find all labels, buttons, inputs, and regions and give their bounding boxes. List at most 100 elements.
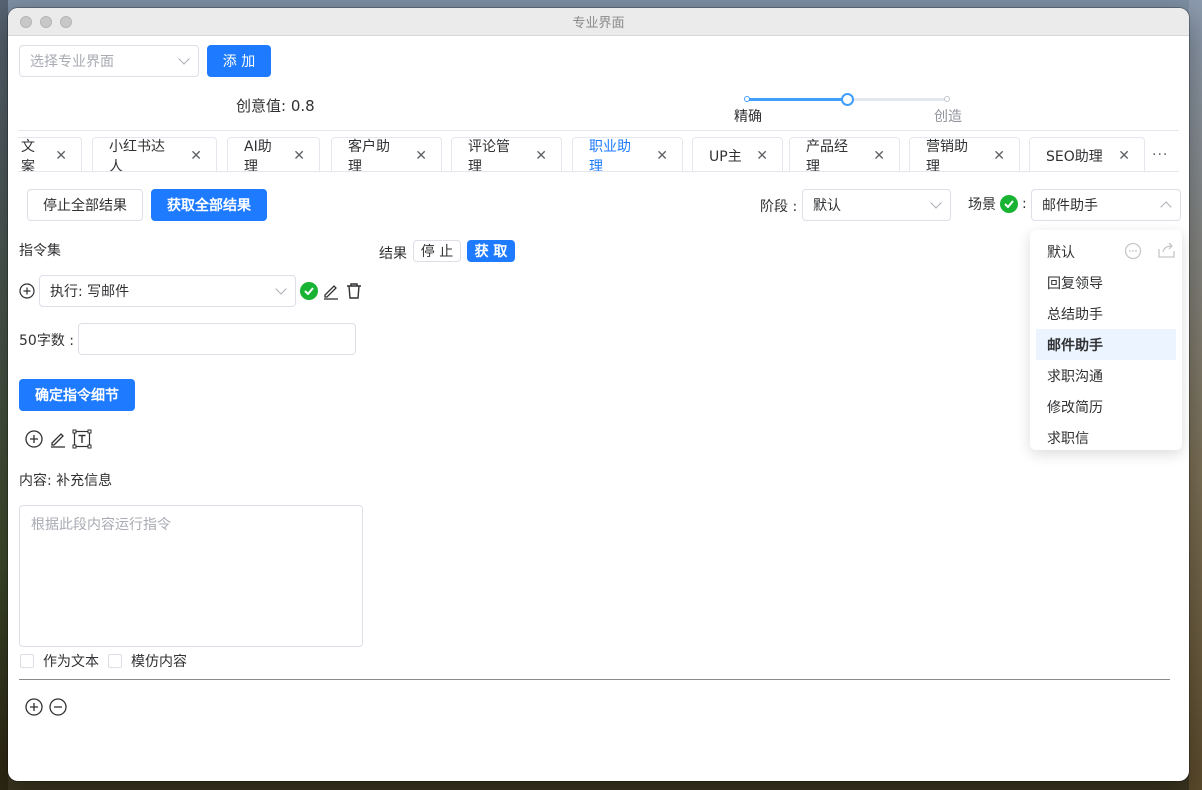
close-icon[interactable]: ✕ xyxy=(993,148,1005,164)
command-select[interactable]: 执行: 写邮件 xyxy=(39,275,296,307)
tab-label: 营销助理 xyxy=(926,138,968,172)
close-icon[interactable]: ✕ xyxy=(1118,148,1130,164)
stage-select-value: 默认 xyxy=(813,198,841,214)
tab-product-manager[interactable]: 产品经理 ✕ xyxy=(789,137,900,172)
command-select-value: 执行: 写邮件 xyxy=(50,284,130,300)
scene-option[interactable]: 默认 xyxy=(1036,236,1176,267)
chat-bubble-icon[interactable] xyxy=(1124,242,1142,264)
close-icon[interactable]: ✕ xyxy=(415,148,427,164)
chevron-up-icon xyxy=(1160,201,1172,213)
tabs-more-button[interactable]: ··· xyxy=(1152,137,1168,171)
interface-select-placeholder: 选择专业界面 xyxy=(30,54,114,70)
tab-career-assistant[interactable]: 职业助理 ✕ xyxy=(572,137,683,172)
divider xyxy=(19,679,1170,680)
add-row-icon[interactable] xyxy=(25,698,43,716)
scene-select[interactable]: 邮件助手 xyxy=(1031,189,1181,221)
command-set-title: 指令集 xyxy=(19,243,61,259)
close-icon[interactable]: ✕ xyxy=(535,148,547,164)
tab-label: 文案 xyxy=(21,138,35,172)
close-icon[interactable]: ✕ xyxy=(55,148,67,164)
interface-select[interactable]: 选择专业界面 xyxy=(19,45,199,77)
slider-label-precise: 精确 xyxy=(734,109,762,125)
scene-select-value: 邮件助手 xyxy=(1042,198,1098,214)
interface-tabs: 文案 ✕ 小红书达人 ✕ AI助理 ✕ 客户助理 ✕ 评论管理 ✕ 职业助理 ✕ UP主 ✕ … xyxy=(18,130,1179,172)
get-all-button[interactable]: 获取全部结果 xyxy=(151,189,267,221)
tab-label: 职业助理 xyxy=(589,138,631,172)
close-icon[interactable]: ✕ xyxy=(873,148,885,164)
imitate-label: 模仿内容 xyxy=(131,654,187,670)
confirm-command-details-button[interactable]: 确定指令细节 xyxy=(19,379,135,411)
tab-customer-assistant[interactable]: 客户助理 ✕ xyxy=(331,137,442,172)
slider-stop xyxy=(744,96,750,102)
confirm-check-icon[interactable] xyxy=(300,282,318,300)
close-icon[interactable]: ✕ xyxy=(656,148,668,164)
checkbox-box[interactable] xyxy=(20,654,34,668)
tab-marketing-assistant[interactable]: 营销助理 ✕ xyxy=(909,137,1020,172)
word-count-input[interactable] xyxy=(78,323,356,355)
stage-select[interactable]: 默认 xyxy=(802,189,951,221)
title-bar: 专业界面 xyxy=(8,8,1189,36)
tab-comment-management[interactable]: 评论管理 ✕ xyxy=(451,137,562,172)
checkbox-box[interactable] xyxy=(108,654,122,668)
add-content-icon[interactable] xyxy=(25,430,43,448)
as-text-label: 作为文本 xyxy=(43,654,99,670)
share-icon[interactable] xyxy=(1157,241,1177,263)
scene-label-group: 场景 : xyxy=(968,194,1027,214)
delete-icon[interactable] xyxy=(345,282,363,300)
check-circle-icon xyxy=(1000,195,1018,213)
scene-option[interactable]: 求职沟通 xyxy=(1036,360,1176,391)
chevron-down-icon xyxy=(275,283,287,295)
scene-colon: : xyxy=(1022,196,1027,212)
scene-option[interactable]: 回复领导 xyxy=(1036,267,1176,298)
close-icon[interactable]: ✕ xyxy=(293,148,305,164)
slider-stop xyxy=(944,96,950,102)
tab-label: 评论管理 xyxy=(468,138,510,172)
content-textarea[interactable]: 根据此段内容运行指令 xyxy=(19,505,363,647)
tab-label: UP主 xyxy=(709,148,742,165)
zoom-window-button[interactable] xyxy=(60,16,72,28)
tab-uploader[interactable]: UP主 ✕ xyxy=(692,137,783,171)
slider-label-creative: 创造 xyxy=(934,109,962,125)
tab-label: 客户助理 xyxy=(348,138,390,172)
scene-option-selected[interactable]: 邮件助手 xyxy=(1036,329,1176,360)
app-window: 专业界面 选择专业界面 添 加 创意值: 0.8 精确 创造 文案 ✕ 小红书达人… xyxy=(8,8,1189,781)
tab-label: 产品经理 xyxy=(806,138,848,172)
creativity-slider[interactable] xyxy=(744,93,950,106)
tab-xiaohongshu[interactable]: 小红书达人 ✕ xyxy=(92,137,217,172)
minimize-window-button[interactable] xyxy=(40,16,52,28)
window-controls xyxy=(20,16,72,28)
tab-label: SEO助理 xyxy=(1046,148,1103,165)
stage-label: 阶段 : xyxy=(760,199,798,215)
add-button[interactable]: 添 加 xyxy=(207,45,271,77)
close-icon[interactable]: ✕ xyxy=(756,148,768,164)
result-label: 结果 xyxy=(379,246,407,262)
as-text-checkbox[interactable]: 作为文本 xyxy=(20,651,99,671)
tab-ai-assistant[interactable]: AI助理 ✕ xyxy=(227,137,320,171)
window-title: 专业界面 xyxy=(572,16,625,31)
slider-fill xyxy=(746,98,848,101)
tab-seo-assistant[interactable]: SEO助理 ✕ xyxy=(1029,137,1145,171)
result-stop-button[interactable]: 停 止 xyxy=(413,240,461,262)
scene-option[interactable]: 修改简历 xyxy=(1036,391,1176,422)
result-fetch-button[interactable]: 获 取 xyxy=(467,240,515,262)
scene-option[interactable]: 求职信 xyxy=(1036,422,1176,453)
imitate-checkbox[interactable]: 模仿内容 xyxy=(108,651,187,671)
chevron-down-icon xyxy=(178,53,190,65)
scene-option[interactable]: 总结助手 xyxy=(1036,298,1176,329)
scene-label: 场景 xyxy=(968,197,996,213)
tab-label: 小红书达人 xyxy=(109,138,165,172)
text-box-icon[interactable] xyxy=(72,429,92,449)
word-count-label: 50字数 : xyxy=(19,333,74,349)
remove-row-icon[interactable] xyxy=(49,698,67,716)
scene-dropdown: 默认 回复领导 总结助手 邮件助手 求职沟通 修改简历 求职信 xyxy=(1030,230,1182,450)
slider-handle[interactable] xyxy=(841,93,854,106)
edit-icon[interactable] xyxy=(49,430,67,448)
creativity-value-label: 创意值: 0.8 xyxy=(236,97,315,115)
tab-copywriting[interactable]: 文案 ✕ xyxy=(18,137,82,172)
close-icon[interactable]: ✕ xyxy=(190,148,202,164)
add-command-icon[interactable] xyxy=(19,283,35,299)
stop-all-button[interactable]: 停止全部结果 xyxy=(27,189,143,221)
edit-icon[interactable] xyxy=(322,282,340,300)
close-window-button[interactable] xyxy=(20,16,32,28)
content-label: 内容: 补充信息 xyxy=(19,473,113,489)
